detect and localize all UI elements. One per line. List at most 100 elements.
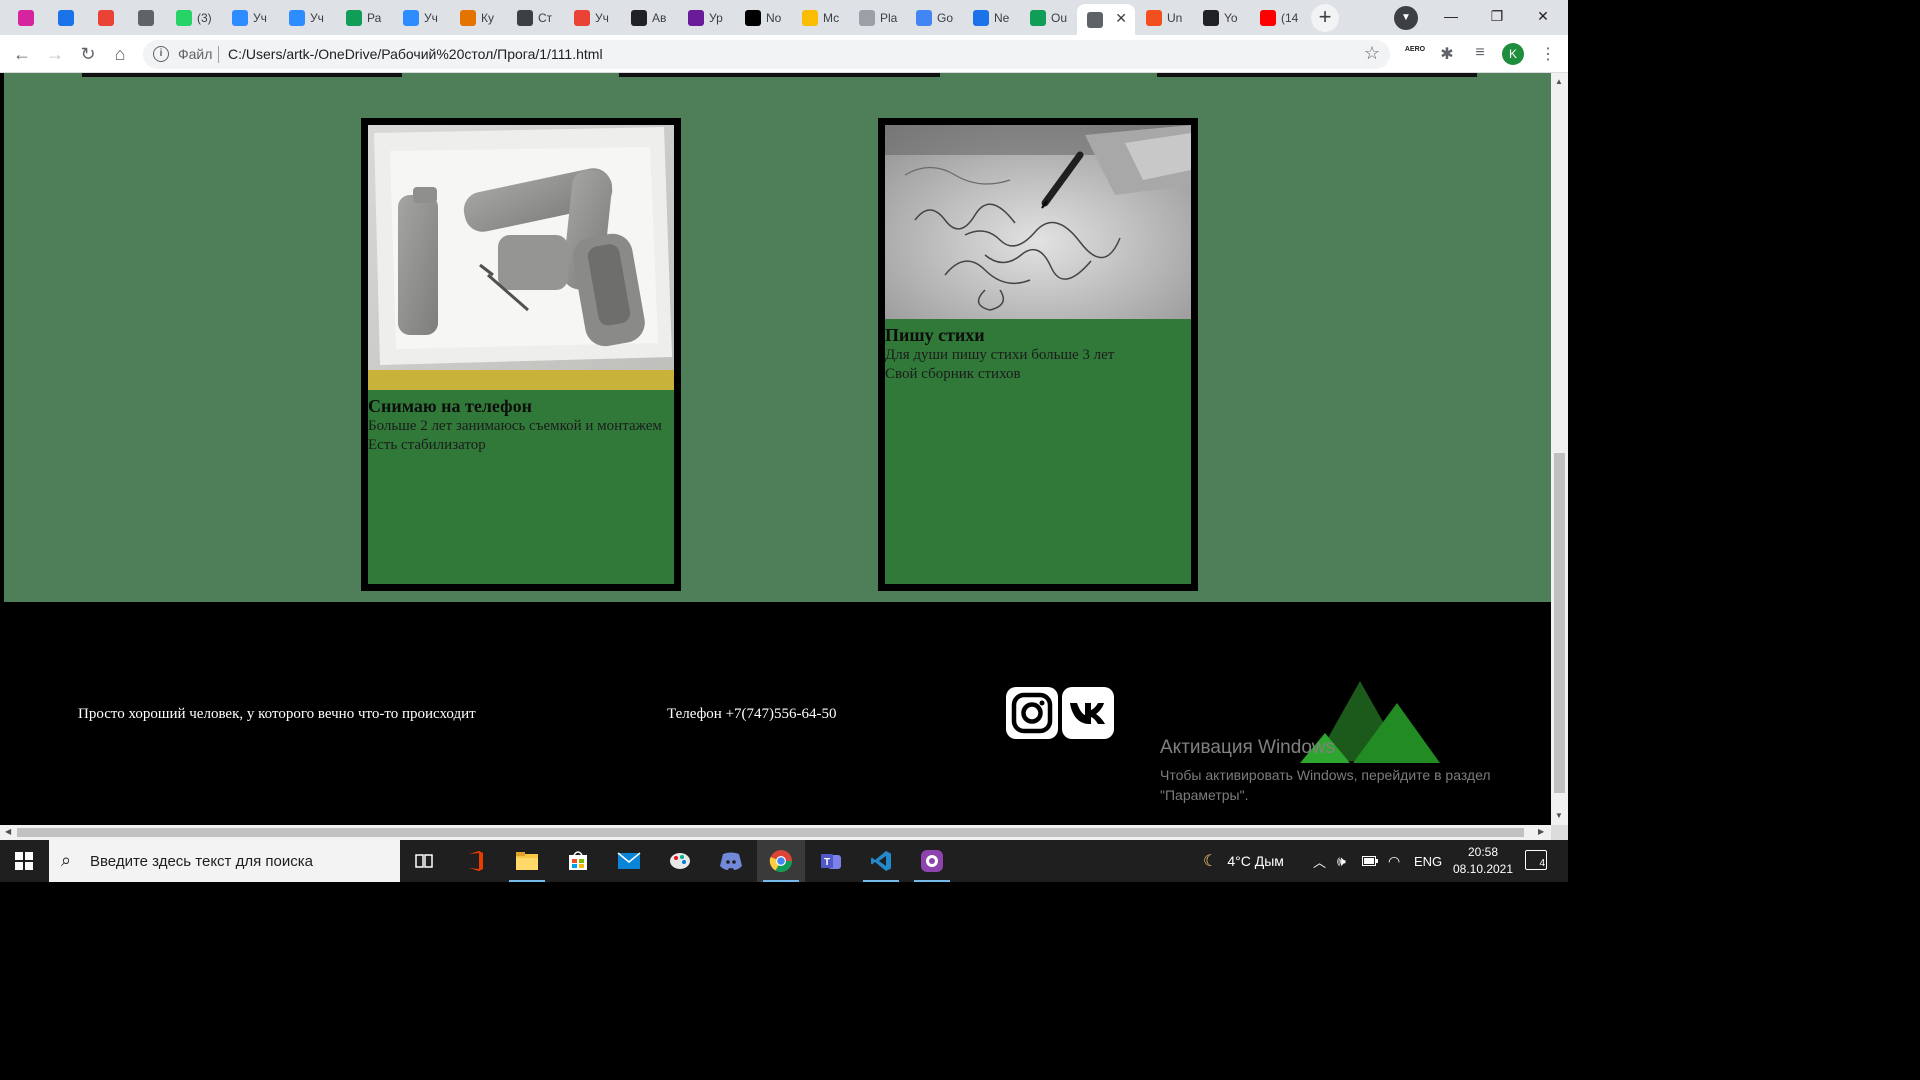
volume-icon[interactable]: 🕪 <box>1337 840 1346 882</box>
search-icon: ⌕ <box>61 850 72 870</box>
language-indicator[interactable]: ENG <box>1414 840 1442 882</box>
address-bar[interactable]: i Файл C:/Users/artk-/OneDrive/Рабочий%2… <box>143 40 1390 69</box>
paint-icon[interactable] <box>656 840 704 882</box>
minimize-button[interactable]: — <box>1428 4 1474 28</box>
taskbar-search-placeholder: Введите здесь текст для поиска <box>90 853 313 870</box>
tab-label: No <box>766 10 782 25</box>
browser-tab[interactable]: (14 <box>1250 4 1307 31</box>
tab-label: Ур <box>709 10 723 25</box>
previous-card-bottom-edge <box>82 73 402 77</box>
close-window-button[interactable]: ✕ <box>1520 4 1566 28</box>
aero-extension-icon[interactable]: AERO <box>1404 46 1426 66</box>
browser-tab[interactable]: Мс <box>792 4 849 31</box>
teams-icon[interactable]: T <box>807 840 855 882</box>
tab-label: Уч <box>253 10 267 25</box>
taskbar-search[interactable]: ⌕ Введите здесь текст для поиска <box>49 840 400 882</box>
new-tab-button[interactable]: + <box>1311 4 1339 32</box>
horizontal-scrollbar[interactable]: ◀ ▶ <box>0 825 1551 840</box>
browser-tab[interactable]: Уч <box>564 4 621 31</box>
vk-icon[interactable] <box>1062 687 1114 739</box>
vertical-scroll-thumb[interactable] <box>1554 453 1565 793</box>
forward-arrow-icon[interactable]: → <box>43 42 67 66</box>
windows-start-icon[interactable] <box>0 840 48 882</box>
browser-tab[interactable] <box>128 4 166 31</box>
tab-label: Un <box>1167 10 1183 25</box>
browser-tab[interactable]: Уч <box>279 4 336 31</box>
mail-icon[interactable] <box>605 840 653 882</box>
battery-icon[interactable] <box>1362 840 1378 882</box>
close-tab-icon[interactable]: ✕ <box>1115 10 1127 27</box>
notifications-icon[interactable]: 4 <box>1525 850 1547 870</box>
hobbies-section: Снимаю на телефон Больше 2 лет занимаюсь… <box>4 73 1551 602</box>
browser-tab[interactable]: Yo <box>1193 4 1250 31</box>
horizontal-scroll-thumb[interactable] <box>17 828 1524 837</box>
taskbar-clock[interactable]: 20:58 08.10.2021 <box>1448 844 1518 878</box>
messages-icon <box>58 9 74 26</box>
browser-tab[interactable]: (3) <box>166 4 222 31</box>
translate-icon <box>916 9 932 26</box>
vertical-scrollbar[interactable]: ▲ ▼ <box>1551 73 1568 825</box>
browser-tab[interactable]: Go <box>906 4 963 31</box>
file-explorer-icon[interactable] <box>503 840 551 882</box>
instagram-icon[interactable] <box>1006 687 1058 739</box>
profile-avatar[interactable]: K <box>1502 43 1524 65</box>
browser-tab[interactable]: Ку <box>450 4 507 31</box>
browser-tab-strip: + ▼ — ❐ ✕ (3) Уч Уч Ра Уч Ку Ст Уч Ав Ур No Мс Pla Go… <box>0 0 1568 35</box>
vscode-icon[interactable] <box>857 840 905 882</box>
menu-dots-icon[interactable]: ⋮ <box>1540 44 1556 64</box>
browser-tab[interactable] <box>8 4 48 31</box>
extensions-puzzle-icon[interactable]: ✱ <box>1437 44 1457 64</box>
tab-label: Yo <box>1224 10 1238 25</box>
browser-tab[interactable]: Ст <box>507 4 564 31</box>
store-icon[interactable] <box>554 840 602 882</box>
show-hidden-icons-icon[interactable]: ︿ <box>1313 840 1326 882</box>
home-icon[interactable]: ⌂ <box>108 42 132 66</box>
address-url[interactable]: C:/Users/artk-/OneDrive/Рабочий%20стол/П… <box>228 46 603 62</box>
gimbal-photo-svg <box>368 125 674 390</box>
scroll-right-icon[interactable]: ▶ <box>1538 827 1544 836</box>
whatsapp-icon <box>176 9 192 26</box>
browser-tab[interactable]: ✕ <box>1077 4 1135 35</box>
chrome-icon[interactable] <box>757 840 805 882</box>
previous-card-bottom-edge <box>619 73 940 77</box>
weather-moon-icon: ☾ <box>1203 853 1218 870</box>
browser-tab[interactable]: Ур <box>678 4 735 31</box>
weather-widget[interactable]: ☾ 4°C Дым <box>1203 840 1284 882</box>
browser-tab[interactable]: Ne <box>963 4 1020 31</box>
network-icon[interactable]: ◠ <box>1388 840 1400 882</box>
browser-tab[interactable]: Уч <box>393 4 450 31</box>
scrollbar-corner <box>1551 825 1568 840</box>
browser-tab[interactable]: Ou <box>1020 4 1077 31</box>
reload-icon[interactable]: ↻ <box>76 42 100 66</box>
site-info-icon[interactable]: i <box>153 46 169 62</box>
browser-tab[interactable]: Pla <box>849 4 906 31</box>
link-icon <box>973 9 989 26</box>
card-title: Пишу стихи <box>885 325 985 345</box>
discord-icon[interactable] <box>707 840 755 882</box>
tab-search-icon[interactable]: ▼ <box>1394 6 1418 30</box>
zoom-icon <box>403 9 419 26</box>
browser-tab[interactable]: Уч <box>222 4 279 31</box>
restore-button[interactable]: ❐ <box>1474 4 1520 28</box>
browser-tab[interactable] <box>88 4 128 31</box>
bookmark-star-icon[interactable]: ☆ <box>1364 43 1380 64</box>
tab-label: Уч <box>310 10 324 25</box>
browser-tab[interactable]: Ра <box>336 4 393 31</box>
card-line: Есть стабилизатор <box>368 437 486 453</box>
scroll-down-icon[interactable]: ▼ <box>1555 811 1563 820</box>
github-desktop-icon[interactable] <box>908 840 956 882</box>
browser-tab[interactable]: No <box>735 4 792 31</box>
media-queue-icon[interactable]: ≡ <box>1470 44 1490 64</box>
scroll-left-icon[interactable]: ◀ <box>5 827 11 836</box>
scroll-up-icon[interactable]: ▲ <box>1555 77 1563 86</box>
back-arrow-icon[interactable]: ← <box>10 42 34 66</box>
svg-text:T: T <box>824 857 830 868</box>
browser-tab[interactable] <box>48 4 88 31</box>
browser-tab[interactable]: Ав <box>621 4 678 31</box>
office-icon[interactable] <box>452 840 500 882</box>
page-footer: Просто хороший человек, у которого вечно… <box>0 602 1551 825</box>
page-icon <box>859 9 875 26</box>
task-view-icon[interactable] <box>400 840 448 882</box>
card-title: Снимаю на телефон <box>368 396 532 416</box>
browser-tab[interactable]: Un <box>1136 4 1193 31</box>
